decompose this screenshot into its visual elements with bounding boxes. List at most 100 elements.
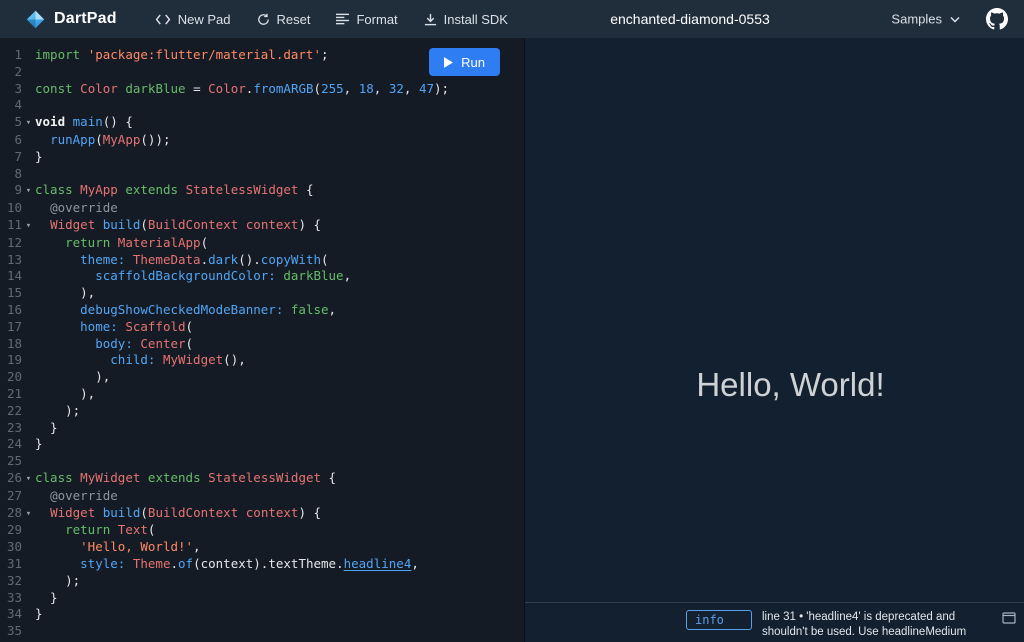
line-number: 12 <box>6 234 22 250</box>
code-text: return Text( <box>65 522 156 538</box>
install-sdk-button[interactable]: Install SDK <box>414 6 518 33</box>
samples-dropdown[interactable]: Samples <box>891 12 960 27</box>
line-number: 7 <box>14 148 22 164</box>
line-number: 20 <box>6 369 22 385</box>
code-line: 23 } <box>0 420 524 437</box>
code-text: runApp(MyApp()); <box>50 131 171 147</box>
code-text: @override <box>50 487 118 503</box>
line-number: 35 <box>6 623 22 639</box>
code-text: scaffoldBackgroundColor: darkBlue, <box>95 268 352 284</box>
line-number: 9 <box>14 182 22 198</box>
code-line: 30 'Hello, World!', <box>0 539 524 556</box>
line-number: 33 <box>6 589 22 605</box>
line-number: 21 <box>6 385 22 401</box>
code-line: 33 } <box>0 590 524 607</box>
run-button[interactable]: Run <box>429 48 500 76</box>
fold-arrow-icon[interactable]: ▾ <box>22 183 35 200</box>
code-text: return MaterialApp( <box>65 234 209 250</box>
fold-arrow-icon[interactable]: ▾ <box>22 115 35 132</box>
code-text: ), <box>35 369 111 385</box>
code-text: class MyApp extends StatelessWidget { <box>35 182 314 198</box>
fold-arrow-icon[interactable]: ▾ <box>22 218 35 235</box>
line-number: 30 <box>6 539 22 555</box>
line-number: 16 <box>6 301 22 317</box>
refresh-icon <box>257 13 270 26</box>
code-line: 8 <box>0 166 524 183</box>
reset-button[interactable]: Reset <box>247 6 321 33</box>
reset-label: Reset <box>276 11 311 27</box>
code-line: 13 theme: ThemeData.dark().copyWith( <box>0 252 524 269</box>
line-number: 14 <box>6 268 22 284</box>
code-text: body: Center( <box>95 335 194 351</box>
code-line: 28 ▾ Widget build(BuildContext context) { <box>0 505 524 523</box>
code-text: const Color darkBlue = Color.fromARGB(25… <box>35 80 450 96</box>
code-text: ), <box>35 285 96 301</box>
code-line: 15 ), <box>0 285 524 302</box>
line-number: 25 <box>6 453 22 469</box>
line-number: 4 <box>14 97 22 113</box>
code-lines: 1 import 'package:flutter/material.dart';… <box>0 47 524 640</box>
download-icon <box>424 13 437 26</box>
code-editor[interactable]: 1 import 'package:flutter/material.dart';… <box>0 38 524 642</box>
code-line: 19 child: MyWidget(), <box>0 352 524 369</box>
code-text: Widget build(BuildContext context) { <box>50 504 322 520</box>
line-number: 29 <box>6 522 22 538</box>
open-console-window-icon[interactable] <box>1002 612 1016 624</box>
samples-label: Samples <box>891 11 942 27</box>
code-line: 25 <box>0 453 524 470</box>
line-number: 10 <box>6 200 22 216</box>
line-number: 18 <box>6 335 22 351</box>
code-line: 4 <box>0 97 524 114</box>
dartpad-logo[interactable]: DartPad <box>26 10 117 29</box>
code-text: home: Scaffold( <box>80 318 194 334</box>
code-line: 29 return Text( <box>0 522 524 539</box>
code-line: 35 <box>0 623 524 640</box>
code-line: 26 ▾ class MyWidget extends StatelessWidge… <box>0 470 524 488</box>
code-text: import 'package:flutter/material.dart'; <box>35 47 329 62</box>
code-text: 'Hello, World!', <box>80 539 201 555</box>
line-number: 1 <box>14 47 22 62</box>
code-text: } <box>35 589 58 605</box>
code-line: 22 ); <box>0 403 524 420</box>
code-line: 11 ▾ Widget build(BuildContext context) { <box>0 217 524 235</box>
code-text: Widget build(BuildContext context) { <box>50 216 322 232</box>
line-number: 3 <box>14 80 22 96</box>
line-number: 15 <box>6 285 22 301</box>
install-sdk-label: Install SDK <box>443 11 508 27</box>
play-icon <box>444 56 454 68</box>
github-link[interactable] <box>986 8 1008 30</box>
code-text: @override <box>50 200 118 216</box>
code-line: 9 ▾ class MyApp extends StatelessWidget { <box>0 182 524 200</box>
new-pad-button[interactable]: New Pad <box>145 6 241 33</box>
line-number: 5 <box>14 114 22 130</box>
format-button[interactable]: Format <box>326 6 407 33</box>
chevron-down-icon <box>950 16 960 23</box>
line-number: 23 <box>6 419 22 435</box>
code-text: } <box>35 436 43 452</box>
code-line: 31 style: Theme.of(context).textTheme.he… <box>0 556 524 573</box>
code-line: 27 @override <box>0 488 524 505</box>
code-line: 5 ▾ void main() { <box>0 114 524 132</box>
line-number: 19 <box>6 352 22 368</box>
line-number: 8 <box>14 165 22 181</box>
line-number: 17 <box>6 318 22 334</box>
line-number: 32 <box>6 572 22 588</box>
code-line: 17 home: Scaffold( <box>0 319 524 336</box>
app-title: DartPad <box>54 10 117 27</box>
code-text: class MyWidget extends StatelessWidget { <box>35 469 337 485</box>
fold-arrow-icon[interactable]: ▾ <box>22 471 35 488</box>
code-line: 24} <box>0 436 524 453</box>
code-line: 7} <box>0 149 524 166</box>
line-number: 26 <box>6 469 22 485</box>
code-line: 14 scaffoldBackgroundColor: darkBlue, <box>0 268 524 285</box>
code-text: void main() { <box>35 114 133 130</box>
line-number: 28 <box>6 504 22 520</box>
code-text: child: MyWidget(), <box>110 352 246 368</box>
dart-diamond-icon <box>26 10 45 29</box>
header-nav: New Pad Reset Format Install SDK <box>145 6 518 33</box>
console-panel: info line 31 • 'headline4' is deprecated… <box>525 602 1024 642</box>
line-number: 6 <box>14 131 22 147</box>
output-panel: Hello, World! info line 31 • 'headline4'… <box>524 38 1024 642</box>
fold-arrow-icon[interactable]: ▾ <box>22 506 35 523</box>
line-number: 13 <box>6 251 22 267</box>
